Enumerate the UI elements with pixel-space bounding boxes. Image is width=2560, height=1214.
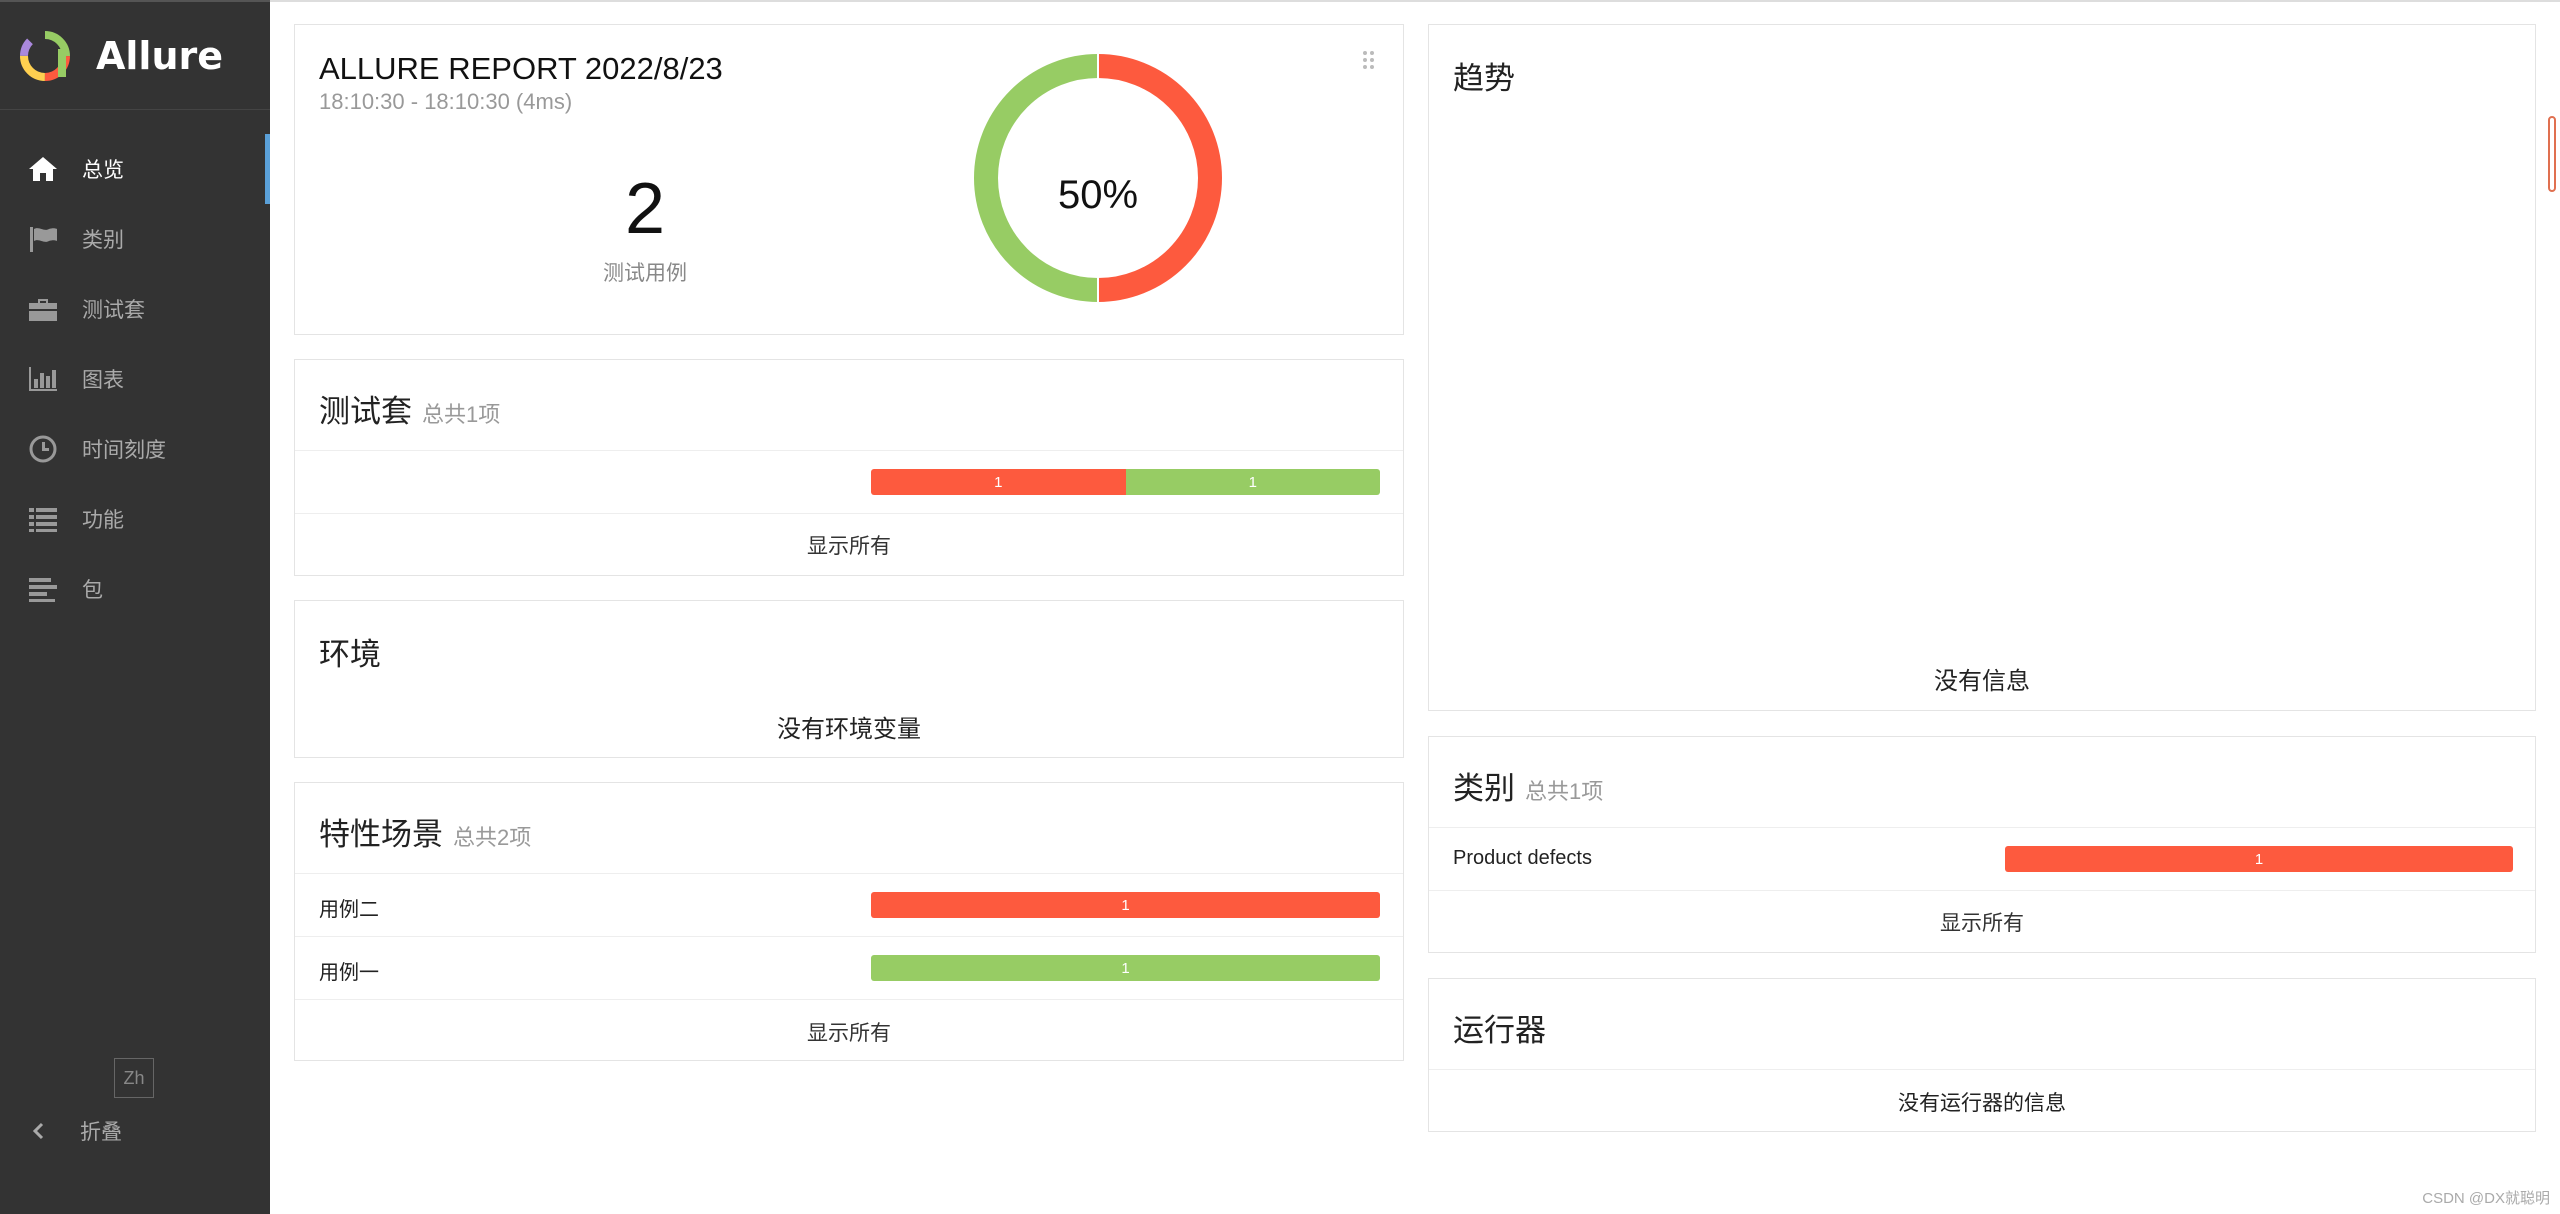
features-title: 特性场景	[319, 817, 443, 852]
feature-row-label: 用例一	[319, 962, 379, 984]
executors-widget: 运行器 没有运行器的信息	[1428, 978, 2536, 1132]
report-title: ALLURE REPORT 2022/8/23	[319, 51, 723, 86]
feature-row-bar: 1	[871, 955, 1380, 981]
watermark: CSDN @DX就聪明	[2422, 1190, 2550, 1207]
report-time: 18:10:30 - 18:10:30 (4ms)	[319, 89, 573, 114]
feature-row-label: 用例二	[319, 899, 379, 921]
trend-empty-message: 没有信息	[1934, 668, 2030, 695]
suites-subtitle: 总共1项	[422, 402, 501, 427]
feature-row[interactable]: 用例二 1	[295, 873, 1403, 936]
nav-item-label: 功能	[82, 509, 124, 532]
chevron-left-icon	[32, 1122, 44, 1140]
divider	[295, 450, 1403, 451]
nav-item-label: 时间刻度	[82, 439, 166, 462]
nav-item-behaviors[interactable]: 功能	[0, 484, 270, 554]
collapse-button[interactable]: 折叠	[28, 1116, 122, 1146]
categories-subtitle: 总共1项	[1525, 779, 1604, 804]
collapse-label: 折叠	[80, 1121, 122, 1144]
summary-widget: ALLURE REPORT 2022/8/23 18:10:30 - 18:10…	[294, 24, 1404, 335]
category-row[interactable]: Product defects 1	[1429, 827, 2535, 890]
suites-header: 测试套 总共1项	[319, 386, 500, 431]
app-name: Allure	[96, 33, 224, 78]
divider	[1429, 890, 2535, 891]
environment-empty-message: 没有环境变量	[777, 716, 921, 743]
feature-row[interactable]: 用例一 1	[295, 936, 1403, 999]
categories-widget: 类别 总共1项 Product defects 1 显示所有	[1428, 736, 2536, 953]
allure-logo-icon	[20, 30, 70, 81]
nav-item-graphs[interactable]: 图表	[0, 344, 270, 414]
bar-segment-failed: 1	[871, 469, 1126, 495]
divider	[295, 513, 1403, 514]
features-header: 特性场景 总共2项	[319, 809, 531, 854]
bar-segment-passed: 1	[871, 955, 1380, 981]
list-icon	[26, 504, 60, 534]
nav-menu: 总览 类别 测试套 图表 时间刻度 功能 包	[0, 134, 270, 624]
trend-title: 趋势	[1453, 61, 1515, 96]
flag-icon	[26, 224, 60, 254]
bar-chart-icon	[26, 364, 60, 394]
divider	[295, 999, 1403, 1000]
brand[interactable]: Allure	[0, 2, 270, 110]
environment-widget: 环境 没有环境变量	[294, 600, 1404, 758]
bar-segment-failed: 1	[2005, 846, 2513, 872]
align-left-icon	[26, 574, 60, 604]
category-row-bar: 1	[2005, 846, 2513, 872]
sidebar: Allure 总览 类别 测试套 图表 时间刻度 功能 包 Zh 折叠	[0, 0, 270, 1214]
top-border	[270, 0, 2560, 2]
briefcase-icon	[26, 294, 60, 324]
home-icon	[26, 154, 60, 184]
nav-item-label: 包	[82, 579, 103, 602]
suite-status-bar[interactable]: 1 1	[871, 469, 1380, 495]
test-count: 2	[624, 169, 666, 249]
divider	[1429, 1069, 2535, 1070]
nav-item-timeline[interactable]: 时间刻度	[0, 414, 270, 484]
nav-item-label: 测试套	[82, 299, 145, 322]
nav-item-label: 总览	[82, 159, 124, 182]
suites-widget: 测试套 总共1项 1 1 显示所有	[294, 359, 1404, 576]
executors-empty-message: 没有运行器的信息	[1898, 1092, 2066, 1115]
environment-title: 环境	[319, 637, 381, 672]
categories-show-all-link[interactable]: 显示所有	[1429, 907, 2535, 937]
executors-title: 运行器	[1453, 1013, 1546, 1048]
clock-icon	[26, 434, 60, 464]
features-widget: 特性场景 总共2项 用例二 1 用例一 1 显示所有	[294, 782, 1404, 1061]
nav-item-label: 类别	[82, 229, 124, 252]
features-subtitle: 总共2项	[453, 825, 532, 850]
feature-row-bar: 1	[871, 892, 1380, 918]
pass-percent: 50%	[1057, 173, 1139, 217]
nav-item-packages[interactable]: 包	[0, 554, 270, 624]
nav-item-suites[interactable]: 测试套	[0, 274, 270, 344]
trend-widget: 趋势 没有信息	[1428, 24, 2536, 711]
bar-segment-failed: 1	[871, 892, 1380, 918]
suites-show-all-link[interactable]: 显示所有	[295, 530, 1403, 560]
nav-item-overview[interactable]: 总览	[0, 134, 270, 204]
language-button[interactable]: Zh	[114, 1058, 154, 1098]
test-count-label: 测试用例	[603, 262, 687, 285]
categories-title: 类别	[1453, 771, 1515, 806]
nav-item-label: 图表	[82, 369, 124, 392]
bar-segment-passed: 1	[1125, 469, 1380, 495]
features-show-all-link[interactable]: 显示所有	[295, 1017, 1403, 1047]
category-row-label: Product defects	[1453, 847, 1592, 869]
categories-header: 类别 总共1项	[1453, 763, 1603, 808]
nav-item-categories[interactable]: 类别	[0, 204, 270, 274]
drag-handle-icon[interactable]	[1361, 49, 1377, 71]
suites-title: 测试套	[319, 394, 412, 429]
scrollbar-thumb[interactable]	[2548, 116, 2556, 192]
